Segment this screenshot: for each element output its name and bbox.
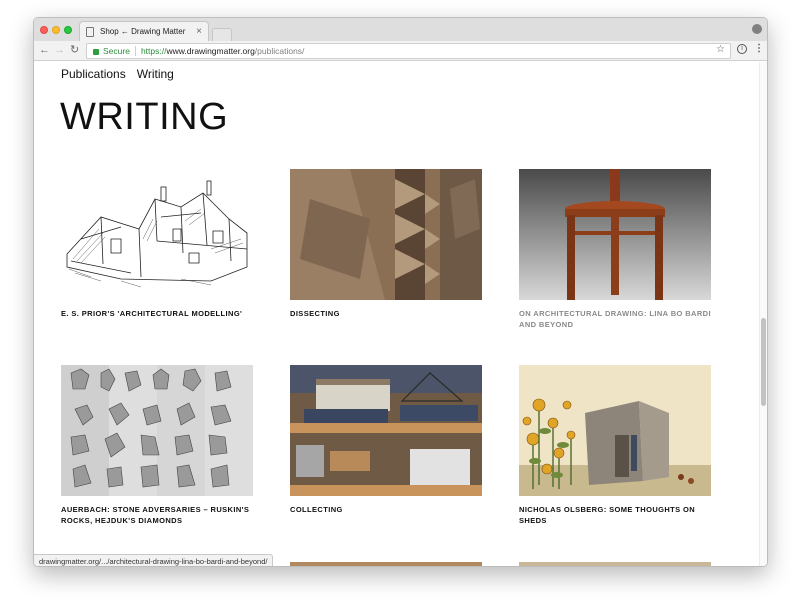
web-page: Publications Writing WRITING E. S. PRIOR… [34, 62, 767, 566]
page-title: WRITING [60, 96, 229, 138]
forward-icon[interactable]: → [54, 44, 65, 56]
model-shelves-image [290, 365, 482, 496]
browser-window: Shop ← Drawing Matter × ← → ↻ Secure htt… [33, 17, 768, 567]
url-scheme: https:// [140, 46, 167, 56]
browser-tab[interactable]: Shop ← Drawing Matter × [79, 21, 209, 41]
article-card[interactable]: COLLECTING [290, 365, 482, 515]
article-card[interactable]: ON ARCHITECTURAL DRAWING: LINA BO BARDI … [519, 169, 711, 330]
article-title[interactable]: DISSECTING [290, 308, 482, 319]
article-image[interactable] [290, 365, 482, 496]
new-tab-button[interactable] [212, 28, 232, 41]
nav-link-writing[interactable]: Writing [137, 67, 174, 81]
article-image[interactable] [61, 169, 253, 300]
article-title[interactable]: ON ARCHITECTURAL DRAWING: LINA BO BARDI … [519, 308, 711, 330]
article-image[interactable] [519, 169, 711, 300]
lock-icon [93, 49, 99, 55]
url-divider [134, 46, 136, 56]
address-bar[interactable]: Secure https:// www.drawingmatter.org /p… [86, 43, 731, 59]
scrollbar-thumb[interactable] [761, 318, 766, 406]
url-path: /publications/ [254, 46, 305, 56]
nav-link-publications[interactable]: Publications [61, 67, 126, 81]
bookmark-star-icon[interactable]: ☆ [716, 44, 725, 55]
article-title[interactable]: NICHOLAS OLSBERG: SOME THOUGHTS ON SHEDS [519, 504, 711, 526]
profile-icon[interactable] [752, 24, 762, 34]
secure-label: Secure [103, 46, 130, 56]
close-window-button[interactable] [40, 26, 48, 34]
tab-title: Shop ← Drawing Matter [100, 27, 186, 36]
article-image[interactable] [519, 365, 711, 496]
tab-bar: Shop ← Drawing Matter × [34, 18, 767, 41]
article-card[interactable]: NICHOLAS OLSBERG: SOME THOUGHTS ON SHEDS [519, 365, 711, 526]
info-icon[interactable]: i [737, 44, 747, 54]
maximize-window-button[interactable] [64, 26, 72, 34]
url-host: www.drawingmatter.org [166, 46, 255, 56]
browser-toolbar: ← → ↻ Secure https:// www.drawingmatter.… [34, 41, 767, 61]
status-bar-url: drawingmatter.org/.../architectural-draw… [34, 554, 274, 566]
article-card[interactable]: DISSECTING [290, 169, 482, 319]
crystal-plates-image [61, 365, 253, 496]
article-title[interactable]: E. S. PRIOR'S 'ARCHITECTURAL MODELLING' [61, 308, 253, 319]
reload-icon[interactable]: ↻ [70, 44, 79, 56]
article-image[interactable] [290, 169, 482, 300]
page-scrollbar[interactable] [759, 62, 767, 566]
article-title[interactable]: COLLECTING [290, 504, 482, 515]
site-nav: Publications Writing [61, 67, 174, 81]
minimize-window-button[interactable] [52, 26, 60, 34]
page-icon [86, 26, 94, 37]
article-image-partial[interactable] [290, 562, 482, 566]
wooden-stool-image [519, 169, 711, 300]
sunflower-painting-image [519, 365, 711, 496]
carved-stone-image [290, 169, 482, 300]
back-icon[interactable]: ← [39, 44, 50, 56]
sketch-house-image [61, 169, 253, 300]
article-title[interactable]: AUERBACH: STONE ADVERSARIES – RUSKIN'S R… [61, 504, 253, 526]
article-card[interactable]: E. S. PRIOR'S 'ARCHITECTURAL MODELLING' [61, 169, 253, 319]
menu-icon[interactable]: ⋮ [754, 43, 764, 54]
article-image[interactable] [61, 365, 253, 496]
article-image-partial[interactable] [519, 562, 711, 566]
article-card[interactable]: AUERBACH: STONE ADVERSARIES – RUSKIN'S R… [61, 365, 253, 526]
tab-close-icon[interactable]: × [196, 26, 202, 37]
